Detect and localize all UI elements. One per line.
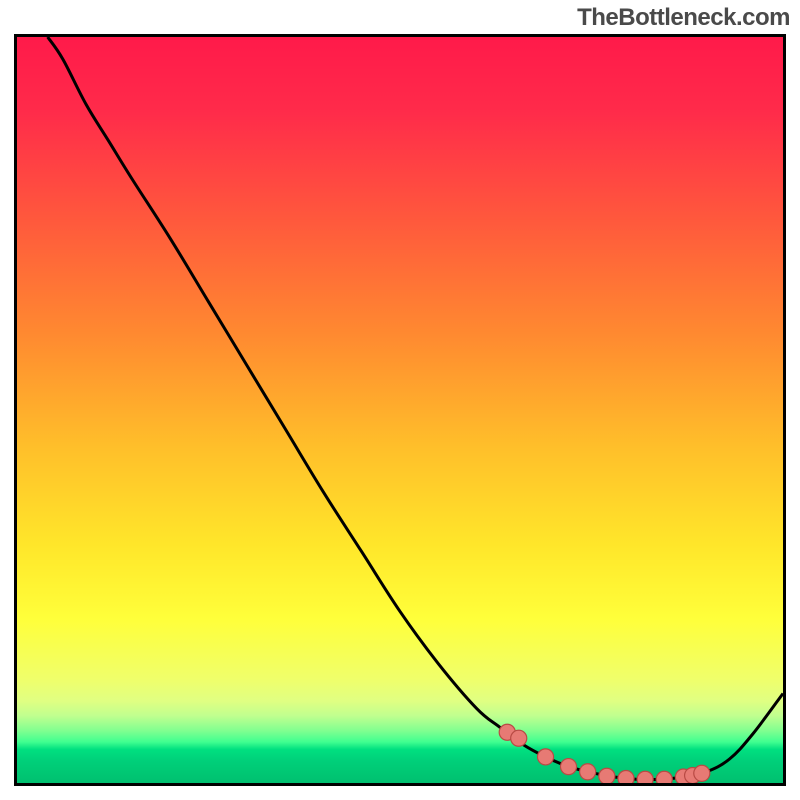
marker-point: [560, 759, 576, 775]
bottleneck-chart: [17, 37, 783, 783]
marker-point: [694, 765, 710, 781]
attribution-text: TheBottleneck.com: [577, 4, 790, 32]
marker-point: [580, 764, 596, 780]
marker-point: [637, 771, 653, 783]
marker-point: [599, 768, 615, 783]
marker-point: [656, 771, 672, 783]
marker-point: [618, 770, 634, 783]
gradient-background: [17, 37, 783, 783]
chart-frame: TheBottleneck.com: [0, 0, 800, 800]
plot-area: [14, 34, 786, 786]
marker-point: [537, 749, 553, 765]
marker-point: [511, 730, 527, 746]
